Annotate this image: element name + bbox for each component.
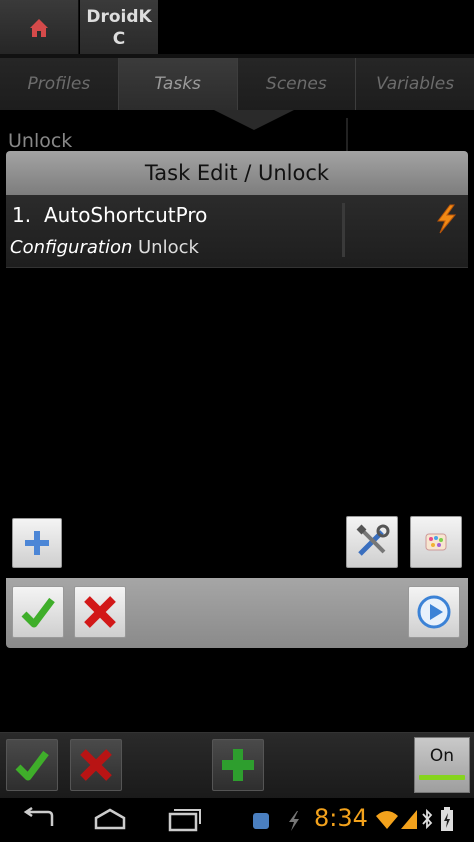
signal-icon (401, 810, 417, 829)
bottom-toolbar: On (0, 732, 474, 799)
add-button[interactable] (212, 739, 264, 791)
checkmark-icon (15, 750, 49, 781)
dialog-cancel-button[interactable] (74, 586, 126, 638)
project-tab[interactable]: DroidK C (80, 0, 158, 54)
recent-apps-icon[interactable] (164, 806, 204, 834)
tab-variables[interactable]: Variables (356, 58, 474, 110)
dialog-button-bar (6, 578, 468, 648)
action-name: AutoShortcutPro (44, 203, 208, 227)
play-icon (417, 595, 451, 629)
dialog-ok-button[interactable] (12, 586, 64, 638)
toggle-on-indicator (419, 775, 465, 780)
enable-toggle-label: On (429, 746, 455, 766)
cross-icon (84, 596, 116, 628)
tab-scenes[interactable]: Scenes (237, 58, 357, 110)
colors-button[interactable] (410, 516, 462, 568)
action-row[interactable]: 1. AutoShortcutPro Configuration Unlock (6, 195, 468, 268)
plus-icon (25, 531, 49, 555)
background-task-name[interactable]: Unlock (8, 130, 72, 152)
action-config-label: Configuration (10, 237, 133, 258)
add-action-button[interactable] (12, 518, 62, 568)
cross-icon (80, 749, 112, 781)
tab-profiles[interactable]: Profiles (0, 58, 119, 110)
tab-profiles-label: Profiles (27, 74, 91, 94)
notification-app-icon (253, 813, 269, 829)
discard-button[interactable] (70, 739, 122, 791)
tools-icon (356, 524, 390, 556)
lightning-icon (437, 204, 457, 234)
run-task-button[interactable] (408, 586, 460, 638)
color-palette-icon (425, 533, 447, 551)
action-config-value: Unlock (138, 237, 199, 258)
tab-variables-label: Variables (376, 74, 455, 94)
project-tab-label: DroidK C (86, 7, 152, 49)
battery-icon (441, 807, 453, 831)
background-list-divider (346, 118, 348, 154)
apply-button[interactable] (6, 739, 58, 791)
enable-toggle[interactable]: On (414, 737, 470, 793)
system-nav-bar: 8:34 (0, 798, 474, 842)
tools-button[interactable] (346, 516, 398, 568)
active-tab-pointer (214, 110, 294, 130)
home-tab[interactable] (0, 0, 79, 54)
checkmark-icon (21, 597, 55, 628)
wifi-icon (376, 811, 398, 829)
home-icon (30, 19, 48, 37)
bluetooth-icon (422, 808, 433, 830)
dialog-title-text: Task Edit / Unlock (144, 161, 330, 185)
plus-icon (222, 749, 254, 781)
action-number: 1. (12, 203, 32, 227)
back-icon[interactable] (18, 806, 58, 834)
main-tabs: Profiles Tasks Scenes Variables (0, 58, 474, 110)
tab-tasks-label: Tasks (154, 74, 201, 94)
action-divider (342, 203, 345, 257)
lightning-icon (289, 811, 299, 831)
dialog-title: Task Edit / Unlock (6, 151, 468, 195)
home-nav-icon[interactable] (90, 806, 130, 834)
status-clock: 8:34 (314, 804, 368, 832)
tab-scenes-label: Scenes (266, 74, 327, 94)
tab-tasks[interactable]: Tasks (118, 58, 238, 110)
